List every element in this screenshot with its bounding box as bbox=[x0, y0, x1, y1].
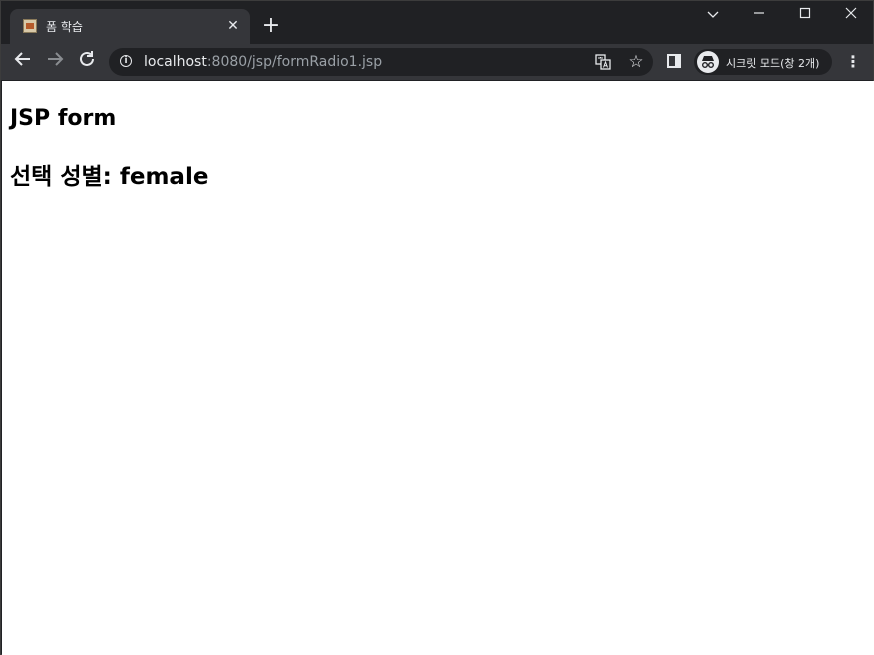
url-path: :8080/jsp/formRadio1.jsp bbox=[206, 54, 383, 70]
address-bar[interactable]: i localhost:8080/jsp/formRadio1.jsp ☆ bbox=[109, 48, 653, 76]
side-panel-icon[interactable] bbox=[667, 54, 681, 68]
incognito-label: 시크릿 모드(창 2개) bbox=[726, 57, 820, 70]
bookmark-star-icon[interactable]: ☆ bbox=[625, 51, 647, 73]
minimize-icon bbox=[754, 12, 764, 14]
forward-arrow-icon bbox=[48, 52, 64, 66]
browser-toolbar: i localhost:8080/jsp/formRadio1.jsp ☆ 시크… bbox=[1, 44, 873, 80]
reload-icon bbox=[80, 51, 94, 66]
tab-search-button[interactable] bbox=[701, 5, 725, 27]
info-icon[interactable]: i bbox=[120, 55, 132, 67]
tab-close-button[interactable]: ✕ bbox=[224, 17, 242, 35]
maximize-icon bbox=[799, 7, 811, 19]
close-icon bbox=[845, 7, 857, 19]
kebab-menu-icon[interactable]: ⋮ bbox=[843, 51, 863, 73]
tab-active[interactable]: 폼 학습 ✕ bbox=[10, 9, 250, 44]
reload-button[interactable] bbox=[75, 50, 99, 74]
incognito-icon bbox=[697, 51, 719, 73]
url-text[interactable]: localhost:8080/jsp/formRadio1.jsp bbox=[144, 54, 382, 70]
page-title: JSP form bbox=[10, 106, 117, 131]
translate-icon[interactable] bbox=[595, 54, 611, 70]
page-content: JSP form 선택 성별: female bbox=[2, 81, 874, 655]
tab-strip: 폼 학습 ✕ + bbox=[1, 1, 873, 44]
browser-window: 폼 학습 ✕ + i localhost:8080/jsp/formRadio1 bbox=[0, 0, 874, 655]
selected-gender-heading: 선택 성별: female bbox=[10, 164, 209, 190]
incognito-badge[interactable]: 시크릿 모드(창 2개) bbox=[694, 49, 832, 75]
new-tab-button[interactable]: + bbox=[259, 15, 283, 39]
chevron-down-icon bbox=[707, 11, 719, 18]
tab-title: 폼 학습 bbox=[46, 20, 83, 34]
favicon-icon bbox=[23, 19, 37, 33]
maximize-button[interactable] bbox=[793, 5, 817, 27]
window-close-button[interactable] bbox=[839, 5, 863, 27]
back-arrow-icon bbox=[14, 52, 30, 66]
back-button[interactable] bbox=[11, 50, 35, 74]
forward-button[interactable] bbox=[43, 50, 67, 74]
minimize-button[interactable] bbox=[747, 5, 771, 27]
url-host: localhost bbox=[144, 54, 207, 70]
